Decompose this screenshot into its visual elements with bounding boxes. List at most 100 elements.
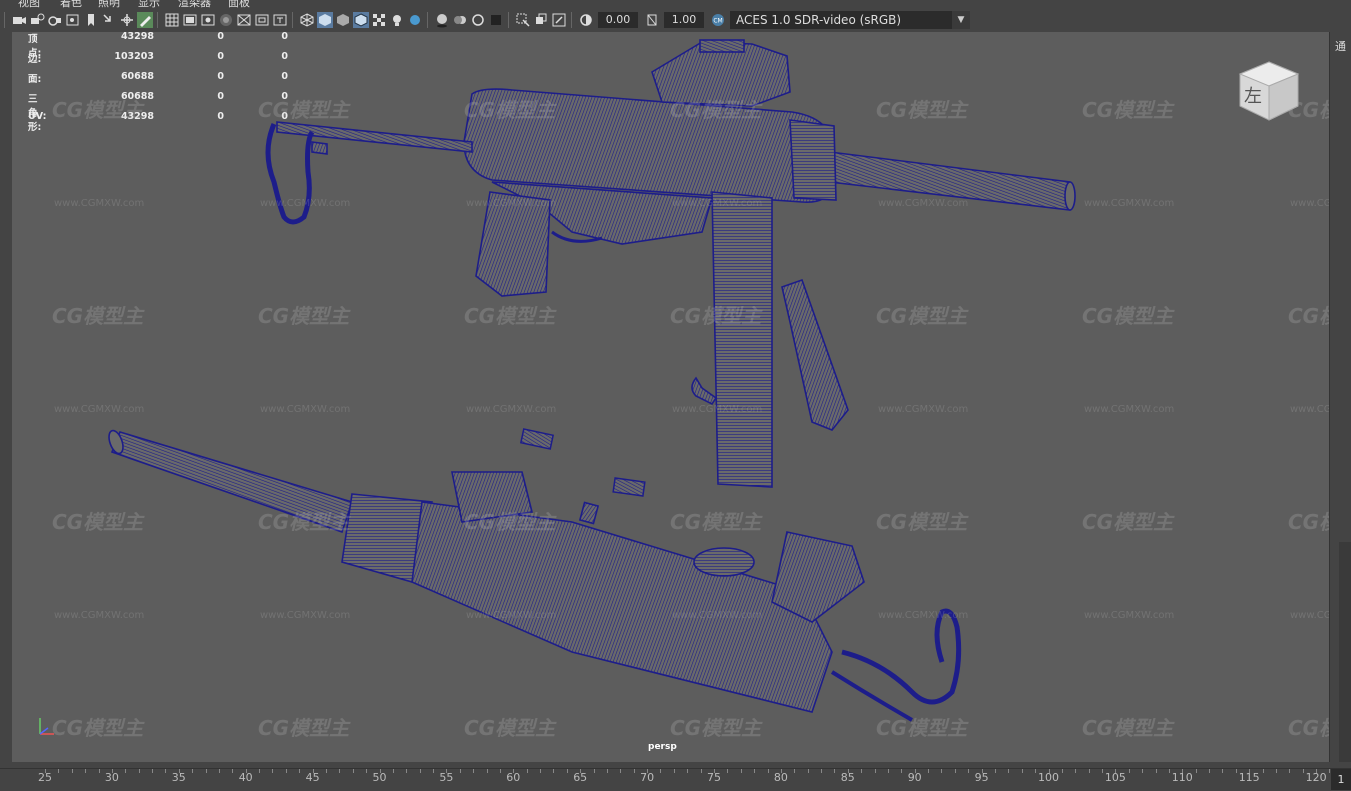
anti-aliasing-icon[interactable]	[470, 12, 486, 28]
timeline-tick-mark	[647, 769, 649, 773]
hud-value: 0	[217, 51, 224, 62]
camera-zoom-icon[interactable]	[119, 12, 135, 28]
upper-gun-model	[265, 39, 1076, 488]
grease-pencil-icon[interactable]	[137, 12, 153, 28]
timeline-tick-mark	[299, 769, 301, 773]
timeline-tick-mark	[1168, 769, 1170, 773]
grid-icon[interactable]	[164, 12, 180, 28]
timeline-tick-mark	[1249, 769, 1251, 773]
timeline-tick-mark	[914, 769, 916, 773]
menu-shading[interactable]: 着色	[60, 0, 82, 8]
right-panel-label[interactable]: 通	[1335, 38, 1346, 54]
timeline-tick-mark	[71, 769, 73, 773]
camera-select-icon[interactable]	[11, 12, 27, 28]
timeline-tick-mark	[218, 769, 220, 773]
default-material-icon[interactable]	[335, 12, 351, 28]
timeline-tick-mark	[968, 769, 970, 773]
panel-scrollbar[interactable]	[1339, 542, 1351, 762]
scene-wireframe	[108, 39, 1076, 722]
timeline-tick-mark	[285, 769, 287, 773]
motion-blur-icon[interactable]	[452, 12, 468, 28]
toolbar-separator	[292, 12, 293, 28]
bookmark-flag-icon[interactable]	[83, 12, 99, 28]
hud-value: 0	[217, 91, 224, 102]
gamma-field[interactable]: 1.00	[664, 12, 704, 28]
timeline-tick-mark	[821, 769, 823, 773]
perspective-viewport[interactable]: 顶点: 43298 0 0 边: 103203 0 0 面: 60688 0 0…	[12, 32, 1330, 762]
timeline-tick-mark	[1289, 769, 1291, 773]
film-gate-icon[interactable]	[182, 12, 198, 28]
toolbar-separator	[427, 12, 428, 28]
menu-show[interactable]: 显示	[138, 0, 160, 8]
timeline-tick-mark	[1021, 769, 1023, 773]
isolate-select-icon[interactable]	[515, 12, 531, 28]
wireframe-icon[interactable]	[299, 12, 315, 28]
gate-mask-icon[interactable]	[218, 12, 234, 28]
shadows-icon[interactable]	[407, 12, 423, 28]
timeline-tick-mark	[1222, 769, 1224, 773]
timeline-tick-mark	[1209, 769, 1211, 773]
timeline-tick-mark	[446, 769, 448, 773]
timeline-tick-mark	[887, 769, 889, 773]
timeline-tick-mark	[152, 769, 154, 773]
timeline-tick-mark	[1155, 769, 1157, 773]
menu-view[interactable]: 视图	[18, 0, 40, 8]
time-slider[interactable]: 25 30 35 40 45 50 55 60 65 70 75 80 85 90 95 100 105 110 1…	[0, 768, 1351, 791]
timeline-tick-mark	[1128, 769, 1130, 773]
field-chart-icon[interactable]	[236, 12, 252, 28]
hud-value: 43298	[120, 32, 154, 42]
camera-attributes-icon[interactable]	[29, 12, 45, 28]
bookmark-icon[interactable]	[47, 12, 63, 28]
menu-renderer[interactable]: 渲染器	[178, 0, 211, 8]
current-frame-field[interactable]: 1	[1331, 769, 1351, 790]
exposure-icon[interactable]	[578, 12, 594, 28]
timeline-tick-mark	[259, 769, 261, 773]
timeline-tick-mark	[1115, 769, 1117, 773]
menu-panels[interactable]: 面板	[228, 0, 250, 8]
timeline-tick-mark	[459, 769, 461, 773]
safe-title-icon[interactable]	[272, 12, 288, 28]
timeline-tick-mark	[540, 769, 542, 773]
chevron-down-icon: ▼	[952, 11, 970, 29]
timeline-tick-mark	[620, 769, 622, 773]
smooth-shade-icon[interactable]	[317, 12, 333, 28]
timeline-tick-mark	[1035, 769, 1037, 773]
timeline-tick-mark	[660, 769, 662, 773]
toolbar-separator	[508, 12, 509, 28]
lights-icon[interactable]	[389, 12, 405, 28]
menu-lighting[interactable]: 照明	[98, 0, 120, 8]
exposure-field[interactable]: 0.00	[598, 12, 638, 28]
timeline-tick-mark	[566, 769, 568, 773]
timeline-tick-mark	[379, 769, 381, 773]
xray-active-icon[interactable]	[551, 12, 567, 28]
image-plane-icon[interactable]	[65, 12, 81, 28]
textured-icon[interactable]	[371, 12, 387, 28]
timeline-tick-mark	[553, 769, 555, 773]
resolution-gate-icon[interactable]	[200, 12, 216, 28]
xray-icon[interactable]	[533, 12, 549, 28]
timeline-tick-mark	[419, 769, 421, 773]
timeline-tick-mark	[606, 769, 608, 773]
panel-toolbar: 0.00 1.00 CM ACES 1.0 SDR-video (sRGB) ▼	[0, 8, 1351, 32]
timeline-tick-mark	[981, 769, 983, 773]
color-management-icon[interactable]: CM	[710, 12, 726, 28]
timeline-tick-mark	[941, 769, 943, 773]
timeline-tick-mark	[433, 769, 435, 773]
gamma-icon[interactable]	[644, 12, 660, 28]
safe-action-icon[interactable]	[254, 12, 270, 28]
timeline-tick-mark	[700, 769, 702, 773]
timeline-tick-mark	[245, 769, 247, 773]
timeline-tick-mark	[125, 769, 127, 773]
timeline-tick-mark	[901, 769, 903, 773]
ambient-occlusion-icon[interactable]	[434, 12, 450, 28]
timeline-tick-mark	[767, 769, 769, 773]
hud-value: 0	[217, 32, 224, 42]
hud-label: 面:	[28, 74, 42, 85]
view-cube-face-label: 左	[1244, 86, 1262, 107]
wireframe-on-shaded-icon[interactable]	[353, 12, 369, 28]
timeline-tick-mark	[847, 769, 849, 773]
color-space-dropdown[interactable]: ACES 1.0 SDR-video (sRGB) ▼	[730, 11, 970, 29]
timeline-tick-mark	[727, 769, 729, 773]
depth-of-field-icon[interactable]	[488, 12, 504, 28]
camera-pan-icon[interactable]	[101, 12, 117, 28]
